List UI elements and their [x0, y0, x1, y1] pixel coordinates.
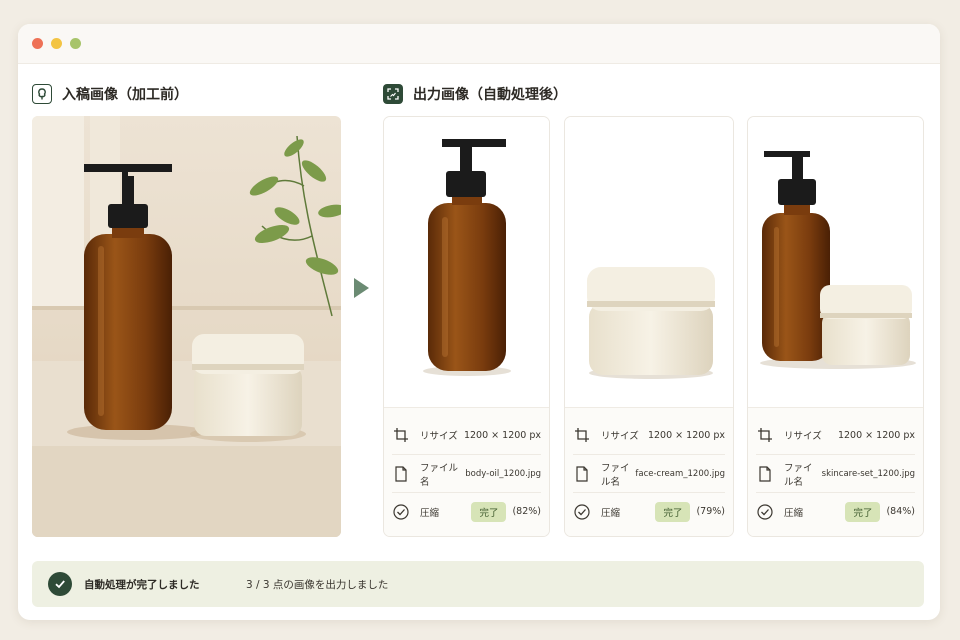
output-section-title: 出力画像（自動処理後） [413, 87, 567, 103]
close-window-button[interactable] [32, 38, 43, 49]
status-badge: 完了 [471, 501, 507, 522]
filename-row: ファイル名 face-cream_1200.jpg [573, 454, 725, 492]
output-card[interactable]: リサイズ 1200 × 1200 px ファイル名 body-oil_1200.… [383, 116, 550, 537]
resize-row: リサイズ 1200 × 1200 px [573, 416, 725, 454]
image-icon [32, 84, 52, 104]
output-image-skincare-set[interactable] [748, 117, 923, 407]
filename-row: ファイル名 body-oil_1200.jpg [392, 454, 541, 492]
app-window: 入稿画像（加工前） 出力画像（自動処理後） リサイズ 1200 × 1200 p… [18, 24, 940, 620]
process-arrow-icon [354, 278, 369, 298]
compression-row: 圧縮 完了 (79%) [573, 492, 725, 530]
output-meta: リサイズ 1200 × 1200 px ファイル名 face-cream_120… [565, 407, 733, 536]
input-image[interactable] [32, 116, 341, 537]
status-detail: 3 / 3 点の画像を出力しました [246, 578, 389, 591]
title-bar [18, 24, 940, 64]
status-badge: 完了 [655, 501, 691, 522]
check-circle-icon [573, 503, 591, 521]
output-section-header: 出力画像（自動処理後） [383, 84, 567, 104]
check-icon [48, 572, 72, 596]
status-bar: 自動処理が完了しました 3 / 3 点の画像を出力しました [32, 561, 924, 607]
maximize-window-button[interactable] [70, 38, 81, 49]
status-message: 自動処理が完了しました [84, 578, 200, 591]
file-icon [392, 465, 410, 483]
resize-row: リサイズ 1200 × 1200 px [756, 416, 915, 454]
input-section-title: 入稿画像（加工前） [62, 87, 188, 103]
output-meta: リサイズ 1200 × 1200 px ファイル名 skincare-set_1… [748, 407, 923, 536]
crop-icon [392, 426, 410, 444]
status-badge: 完了 [845, 501, 881, 522]
resize-row: リサイズ 1200 × 1200 px [392, 416, 541, 454]
file-icon [756, 465, 774, 483]
check-circle-icon [756, 503, 774, 521]
input-section-header: 入稿画像（加工前） [32, 84, 188, 104]
filename-row: ファイル名 skincare-set_1200.jpg [756, 454, 915, 492]
output-card[interactable]: リサイズ 1200 × 1200 px ファイル名 face-cream_120… [564, 116, 734, 537]
auto-crop-icon [383, 84, 403, 104]
minimize-window-button[interactable] [51, 38, 62, 49]
output-image-face-cream[interactable] [565, 117, 733, 407]
output-card[interactable]: リサイズ 1200 × 1200 px ファイル名 skincare-set_1… [747, 116, 924, 537]
compression-row: 圧縮 完了 (82%) [392, 492, 541, 530]
output-image-body-oil[interactable] [384, 117, 549, 407]
compression-row: 圧縮 完了 (84%) [756, 492, 915, 530]
check-circle-icon [392, 503, 410, 521]
crop-icon [573, 426, 591, 444]
file-icon [573, 465, 591, 483]
crop-icon [756, 426, 774, 444]
output-meta: リサイズ 1200 × 1200 px ファイル名 body-oil_1200.… [384, 407, 549, 536]
